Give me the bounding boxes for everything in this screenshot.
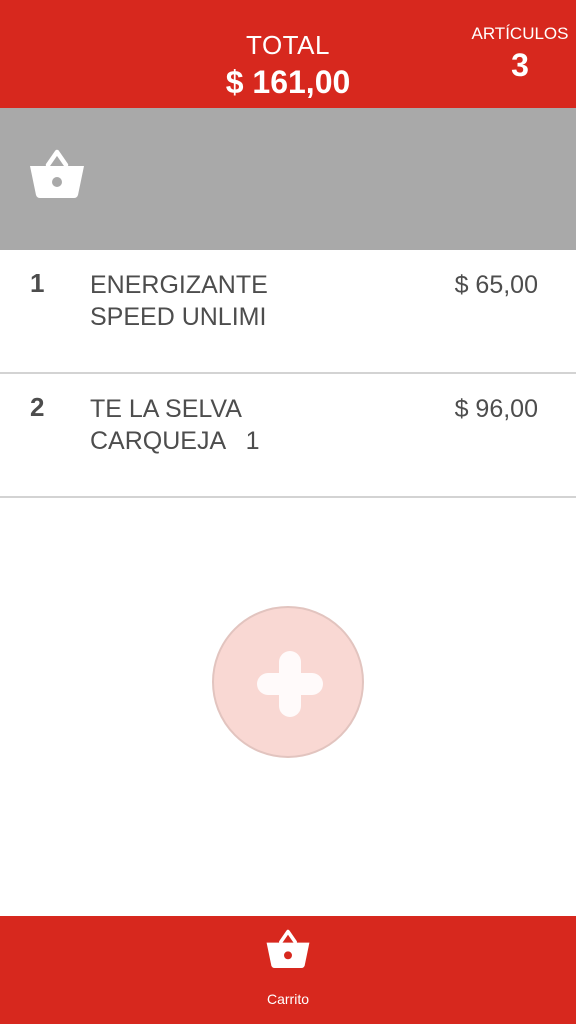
articles-label: ARTÍCULOS <box>471 24 569 43</box>
add-item-button[interactable] <box>212 606 364 758</box>
tab-label: Carrito <box>266 991 309 1007</box>
item-index: 2 <box>30 392 45 422</box>
cart-banner <box>0 108 576 250</box>
item-price: $ 65,00 <box>454 271 538 299</box>
basket-icon <box>266 929 310 969</box>
articles-count: 3 <box>511 47 529 83</box>
plus-icon <box>257 651 323 717</box>
item-price: $ 96,00 <box>454 395 538 423</box>
item-name: TE LA SELVA CARQUEJA 1 <box>90 395 260 455</box>
tab-carrito[interactable]: Carrito <box>238 916 338 1024</box>
header: TOTAL $ 161,00 ARTÍCULOS 3 <box>0 0 576 108</box>
item-index: 1 <box>30 268 45 298</box>
bottom-tab-bar: Carrito <box>0 916 576 1024</box>
cart-screen: TOTAL $ 161,00 ARTÍCULOS 3 1 ENERGIZANTE… <box>0 0 576 1024</box>
cart-items-list: 1 ENERGIZANTE SPEED UNLIMI $ 65,00 2 TE … <box>0 250 576 498</box>
list-item[interactable]: 1 ENERGIZANTE SPEED UNLIMI $ 65,00 <box>0 250 576 374</box>
item-name: ENERGIZANTE SPEED UNLIMI <box>90 271 268 331</box>
list-item[interactable]: 2 TE LA SELVA CARQUEJA 1 $ 96,00 <box>0 374 576 498</box>
basket-icon <box>30 149 84 198</box>
